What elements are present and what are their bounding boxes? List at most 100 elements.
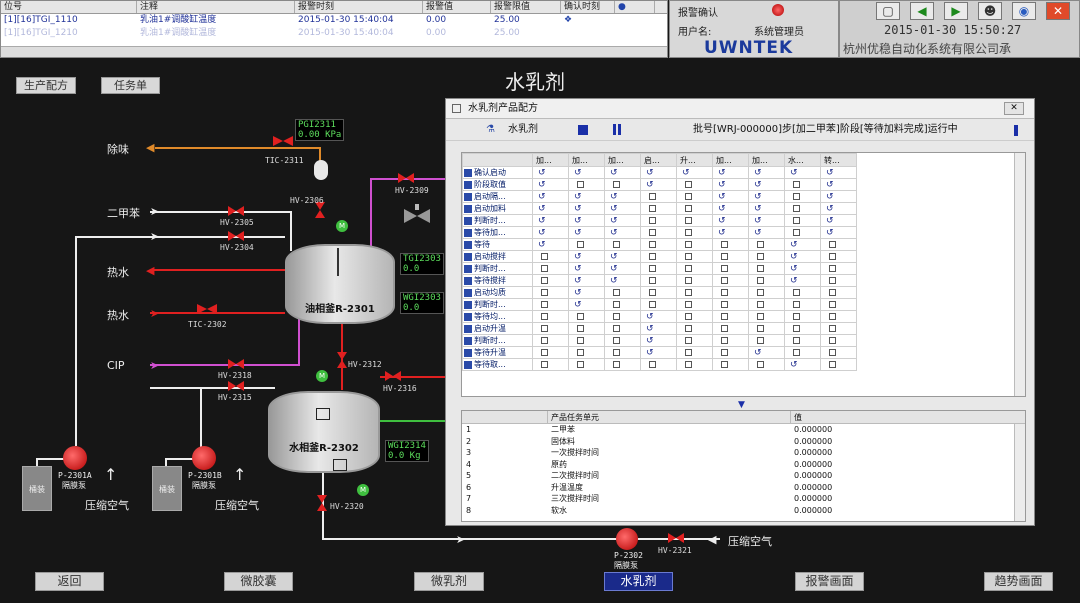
alarm-ack-icon[interactable]: ● bbox=[615, 1, 655, 13]
checkbox[interactable] bbox=[685, 241, 692, 248]
checkbox[interactable] bbox=[793, 301, 800, 308]
control-valve-icon[interactable] bbox=[197, 302, 217, 316]
step-done-icon[interactable]: ↺ bbox=[718, 168, 726, 178]
step-cell[interactable]: ↺ bbox=[712, 166, 749, 179]
step-cell[interactable] bbox=[676, 286, 713, 299]
step-cell[interactable]: ↺ bbox=[784, 262, 821, 275]
step-cell[interactable]: ↺ bbox=[604, 226, 641, 239]
step-cell[interactable] bbox=[820, 322, 857, 335]
step-cell[interactable] bbox=[676, 274, 713, 287]
step-cell[interactable]: ↺ bbox=[748, 202, 785, 215]
checkbox[interactable] bbox=[757, 277, 764, 284]
valve-icon[interactable] bbox=[316, 495, 328, 511]
checkbox[interactable] bbox=[577, 337, 584, 344]
task-row[interactable]: 1 二甲苯 0.000000 bbox=[462, 424, 1025, 436]
step-cell[interactable] bbox=[568, 358, 605, 371]
step-done-icon[interactable]: ↺ bbox=[646, 312, 654, 322]
checkbox[interactable] bbox=[793, 313, 800, 320]
nav-tab-emulsion[interactable]: 水乳剂 bbox=[604, 572, 673, 591]
step-cell[interactable] bbox=[820, 286, 857, 299]
checkbox[interactable] bbox=[685, 337, 692, 344]
step-cell[interactable] bbox=[640, 286, 677, 299]
checkbox[interactable] bbox=[829, 241, 836, 248]
checkbox[interactable] bbox=[793, 229, 800, 236]
arrow-left-icon[interactable]: ◀ bbox=[910, 2, 934, 20]
alarm-row[interactable]: [1][16]TGI_1110 乳油1#调酸缸温度 2015-01-30 15:… bbox=[1, 14, 667, 27]
step-cell[interactable] bbox=[604, 334, 641, 347]
step-row[interactable]: 启动加料 ↺ ↺ ↺ ↺ ↺ ↺ bbox=[462, 202, 857, 215]
step-cell[interactable]: ↺ bbox=[676, 166, 713, 179]
checkbox[interactable] bbox=[613, 349, 620, 356]
checkbox[interactable] bbox=[829, 289, 836, 296]
step-cell[interactable]: ↺ bbox=[532, 238, 569, 251]
checkbox[interactable] bbox=[649, 361, 656, 368]
step-cell[interactable]: ↺ bbox=[604, 274, 641, 287]
checkbox[interactable] bbox=[613, 325, 620, 332]
step-cell[interactable]: ↺ bbox=[748, 346, 785, 359]
step-cell[interactable] bbox=[532, 250, 569, 263]
checkbox[interactable] bbox=[649, 205, 656, 212]
alarm-list[interactable]: 位号 注释 报警时刻 报警值 报警限值 确认时刻 ● [1][16]TGI_11… bbox=[0, 0, 668, 58]
checkbox[interactable] bbox=[793, 337, 800, 344]
step-done-icon[interactable]: ↺ bbox=[790, 252, 798, 262]
step-cell[interactable] bbox=[532, 346, 569, 359]
step-cell[interactable] bbox=[784, 346, 821, 359]
step-cell[interactable] bbox=[676, 226, 713, 239]
step-cell[interactable] bbox=[784, 298, 821, 311]
step-cell[interactable]: ↺ bbox=[532, 190, 569, 203]
checkbox[interactable] bbox=[685, 265, 692, 272]
pause-icon[interactable] bbox=[613, 124, 616, 135]
checkbox[interactable] bbox=[757, 361, 764, 368]
step-cell[interactable] bbox=[676, 346, 713, 359]
step-cell[interactable]: ↺ bbox=[568, 166, 605, 179]
network-icon[interactable]: ◉ bbox=[1012, 2, 1036, 20]
step-cell[interactable] bbox=[784, 178, 821, 191]
step-cell[interactable] bbox=[820, 274, 857, 287]
step-cell[interactable]: ↺ bbox=[712, 214, 749, 227]
checkbox[interactable] bbox=[613, 289, 620, 296]
task-unit-table[interactable]: 产品任务单元 值 1 二甲苯 0.000000 2 固体料 0.000000 3 一次搅拌时间… bbox=[461, 410, 1026, 522]
step-cell[interactable] bbox=[820, 358, 857, 371]
checkbox[interactable] bbox=[793, 205, 800, 212]
step-done-icon[interactable]: ↺ bbox=[790, 360, 798, 370]
grid-scrollbar[interactable] bbox=[1014, 153, 1025, 396]
step-done-icon[interactable]: ↺ bbox=[754, 216, 762, 226]
checkbox[interactable] bbox=[829, 361, 836, 368]
oil-phase-tank[interactable]: 油相釜R-2301 bbox=[285, 244, 395, 324]
step-cell[interactable] bbox=[676, 190, 713, 203]
step-cell[interactable]: ↺ bbox=[640, 166, 677, 179]
step-cell[interactable]: ↺ bbox=[820, 202, 857, 215]
step-cell[interactable]: ↺ bbox=[604, 214, 641, 227]
step-cell[interactable] bbox=[568, 322, 605, 335]
step-done-icon[interactable]: ↺ bbox=[682, 168, 690, 178]
step-done-icon[interactable]: ↺ bbox=[790, 276, 798, 286]
motor-running-icon[interactable]: M bbox=[357, 484, 369, 496]
checkbox[interactable] bbox=[649, 289, 656, 296]
checkbox[interactable] bbox=[649, 253, 656, 260]
step-cell[interactable]: ↺ bbox=[568, 190, 605, 203]
step-done-icon[interactable]: ↺ bbox=[610, 216, 618, 226]
valve-icon[interactable] bbox=[228, 206, 244, 216]
step-cell[interactable]: ↺ bbox=[568, 202, 605, 215]
alarm-row[interactable]: [1][16]TGI_1210 乳油1#调酸缸温度 2015-01-30 15:… bbox=[1, 27, 667, 40]
step-cell[interactable] bbox=[784, 226, 821, 239]
step-done-icon[interactable]: ↺ bbox=[826, 180, 834, 190]
step-cell[interactable]: ↺ bbox=[820, 214, 857, 227]
checkbox[interactable] bbox=[829, 313, 836, 320]
step-cell[interactable] bbox=[640, 358, 677, 371]
checkbox[interactable] bbox=[829, 325, 836, 332]
step-cell[interactable] bbox=[784, 190, 821, 203]
step-done-icon[interactable]: ↺ bbox=[754, 168, 762, 178]
expand-down-icon[interactable]: ▼ bbox=[738, 400, 745, 410]
step-cell[interactable] bbox=[604, 178, 641, 191]
nav-tab-microemulsion[interactable]: 微乳剂 bbox=[414, 572, 484, 591]
checkbox[interactable] bbox=[793, 325, 800, 332]
checkbox[interactable] bbox=[541, 349, 548, 356]
user-name[interactable]: 系统管理员 bbox=[754, 23, 804, 38]
step-row[interactable]: 阶段取值 ↺ ↺ ↺ ↺ ↺ bbox=[462, 178, 857, 191]
step-cell[interactable] bbox=[676, 262, 713, 275]
valve-icon[interactable] bbox=[228, 231, 244, 241]
step-done-icon[interactable]: ↺ bbox=[718, 204, 726, 214]
step-done-icon[interactable]: ↺ bbox=[610, 252, 618, 262]
checkbox[interactable] bbox=[541, 361, 548, 368]
